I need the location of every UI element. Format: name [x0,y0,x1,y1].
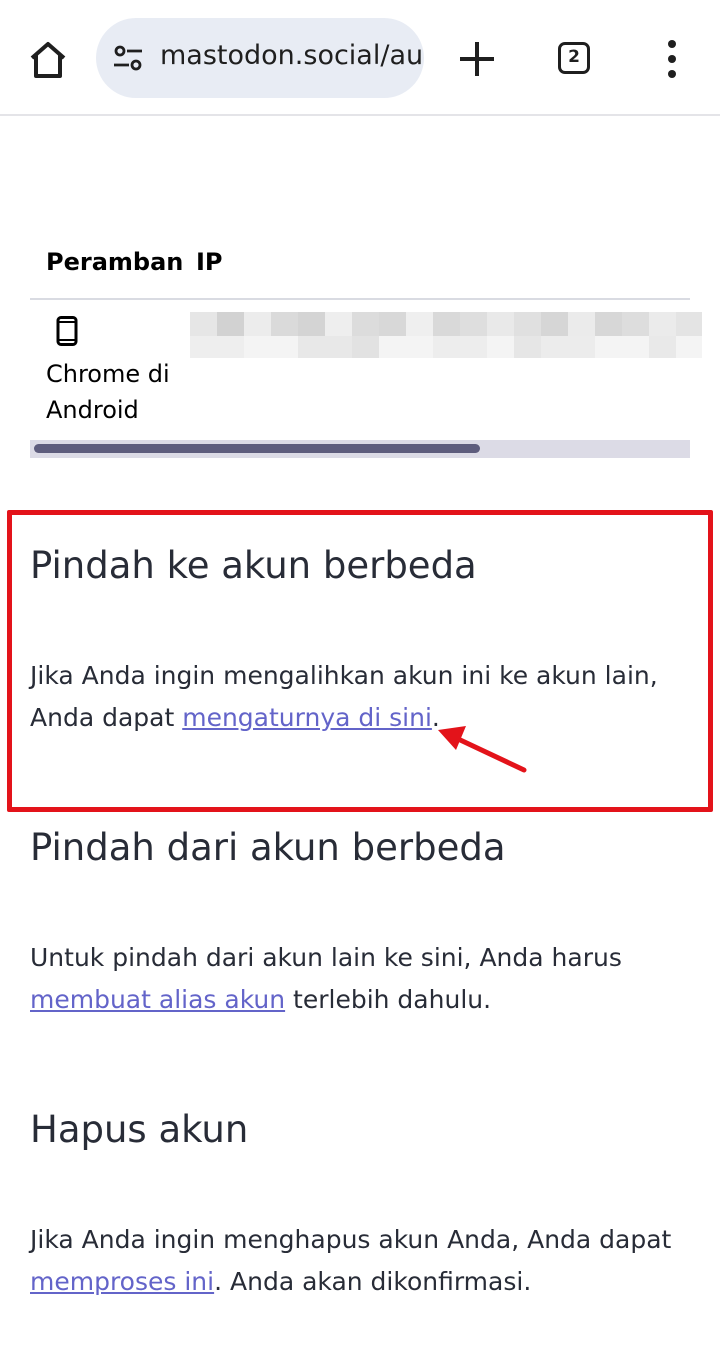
section-title-delete: Hapus akun [30,1108,249,1151]
session-browser-cell: Chrome di Android [46,316,186,428]
column-header-ip: IP [196,248,223,276]
smartphone-icon [56,316,78,346]
more-menu-icon[interactable] [656,38,688,80]
red-arrow-annotation [438,726,527,773]
home-icon[interactable] [24,36,72,84]
browser-toolbar: mastodon.social/auth/edit 2 [0,0,720,116]
create-account-alias-link[interactable]: membuat alias akun [30,985,285,1014]
url-text: mastodon.social/auth/edit [160,40,424,71]
delete-account-link[interactable]: memproses ini [30,1267,214,1296]
new-tab-icon[interactable] [456,38,498,80]
section-text-move-from: Untuk pindah dari akun lain ke sini, And… [30,943,622,1014]
tab-switcher-button[interactable]: 2 [558,42,590,74]
section-text-delete: Jika Anda ingin menghapus akun Anda, And… [30,1225,672,1296]
section-text-move-to: Jika Anda ingin mengalihkan akun ini ke … [30,661,658,732]
section-title-move-to: Pindah ke akun berbeda [30,544,477,587]
site-settings-icon[interactable] [112,42,144,74]
section-title-move-from: Pindah dari akun berbeda [30,826,506,869]
scrollbar-thumb[interactable] [34,444,480,453]
table-horizontal-scrollbar[interactable] [30,440,690,458]
ip-address-redacted [190,312,702,358]
address-bar[interactable]: mastodon.social/auth/edit [96,18,424,98]
configure-migration-link[interactable]: mengaturnya di sini [182,703,432,732]
sessions-table-header: Peramban IP [30,238,690,300]
session-browser-name: Chrome di Android [46,360,170,424]
column-header-browser: Peramban [46,248,184,276]
